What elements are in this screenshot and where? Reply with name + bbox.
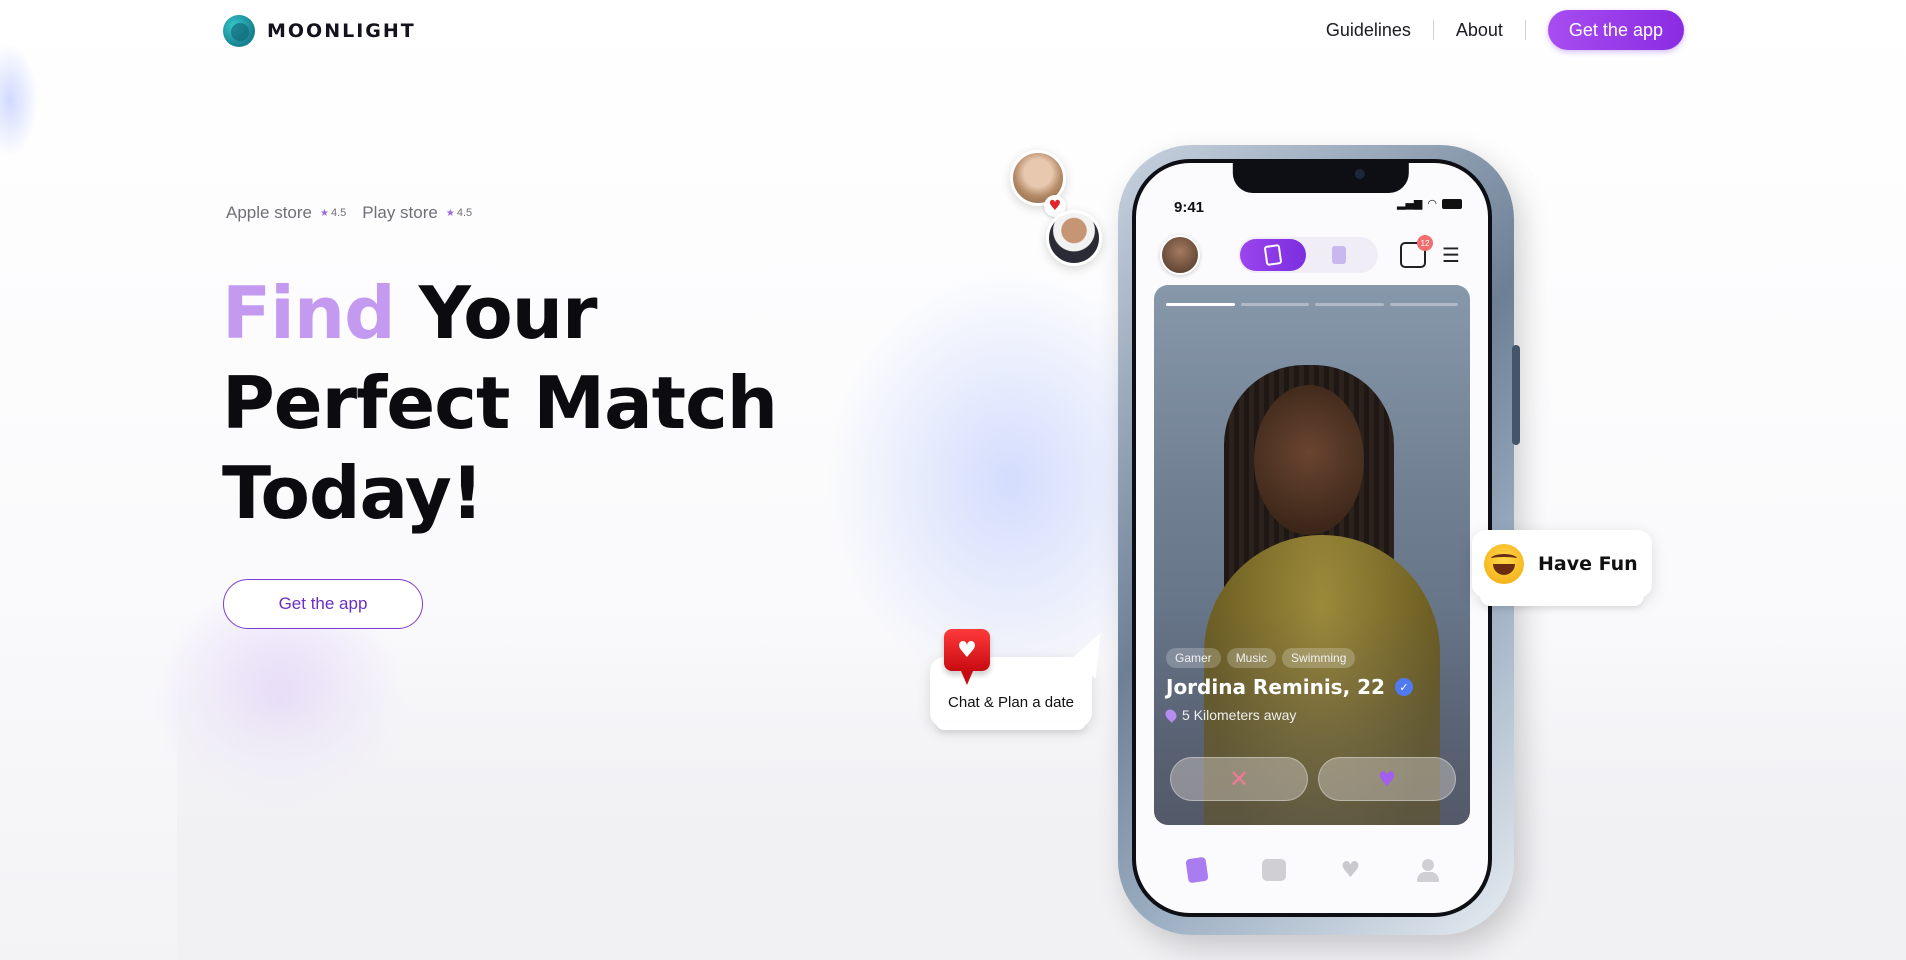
cards-icon bbox=[1263, 243, 1283, 267]
tag: Music bbox=[1226, 648, 1277, 668]
headline-accent: Find bbox=[222, 271, 396, 355]
tab-profile[interactable] bbox=[1415, 857, 1441, 883]
headline-line1: Your bbox=[394, 271, 598, 355]
tab-bar: ♥ bbox=[1136, 845, 1488, 895]
tab-chat[interactable] bbox=[1261, 857, 1287, 883]
have-fun-text: Have Fun bbox=[1538, 553, 1638, 575]
user-icon bbox=[1417, 859, 1439, 881]
headline-line3: Today! bbox=[222, 451, 484, 535]
rating-score-apple: 4.5 bbox=[330, 207, 347, 219]
chat-icon bbox=[1261, 859, 1286, 881]
headline-line2: Perfect Match bbox=[222, 361, 778, 445]
have-fun-bubble: Have Fun bbox=[1472, 530, 1652, 598]
rating-score-play: 4.5 bbox=[456, 207, 473, 219]
top-nav: MOONLIGHT Guidelines About Get the app bbox=[0, 0, 1906, 60]
phone-side-button bbox=[1512, 345, 1520, 445]
profile-tags: Gamer Music Swimming bbox=[1166, 648, 1356, 668]
signal-icon: ▂▄▆ bbox=[1397, 197, 1423, 210]
status-time: 9:41 bbox=[1174, 199, 1205, 216]
store-ratings: Apple store ★ 4.5 Play store ★ 4.5 bbox=[226, 203, 480, 223]
brand-name: MOONLIGHT bbox=[267, 20, 416, 42]
profile-card[interactable]: Gamer Music Swimming Jordina Reminis, 22… bbox=[1154, 285, 1470, 825]
verified-icon: ✓ bbox=[1394, 678, 1413, 696]
hero-headline: Find Your Perfect Match Today! bbox=[222, 268, 782, 538]
cards-icon bbox=[1184, 856, 1209, 884]
nav-links: Guidelines About Get the app bbox=[1304, 10, 1684, 50]
card-check-icon bbox=[1332, 246, 1346, 264]
profile-name-text: Jordina Reminis, 22 bbox=[1166, 675, 1385, 699]
progress-segment bbox=[1240, 303, 1309, 306]
profile-distance-text: 5 Kilometers away bbox=[1182, 707, 1297, 723]
tag: Swimming bbox=[1282, 648, 1356, 668]
list-view-toggle[interactable] bbox=[1306, 246, 1372, 264]
unread-badge: 12 bbox=[1417, 235, 1433, 251]
progress-segment bbox=[1315, 303, 1384, 306]
bubble-stack bbox=[1480, 596, 1644, 606]
phone-screen: 9:41 ▂▄▆ ◠ 12 ☰ Gamer Music Swimming Jor… bbox=[1132, 159, 1492, 917]
rating-badge: ★ 4.5 bbox=[446, 207, 472, 219]
card-actions: ✕ ♥ bbox=[1170, 757, 1456, 801]
dislike-button[interactable]: ✕ bbox=[1170, 757, 1308, 801]
star-icon: ★ bbox=[445, 207, 455, 219]
phone-notch bbox=[1232, 163, 1409, 193]
logo[interactable]: MOONLIGHT bbox=[223, 15, 416, 47]
tab-likes[interactable]: ♥ bbox=[1338, 857, 1364, 883]
battery-icon bbox=[1442, 198, 1462, 209]
avatar[interactable] bbox=[1160, 235, 1200, 275]
progress-segment bbox=[1389, 303, 1458, 306]
nav-link-about[interactable]: About bbox=[1434, 20, 1525, 41]
heart-icon: ♥ bbox=[1378, 767, 1396, 791]
status-icons: ▂▄▆ ◠ bbox=[1397, 197, 1462, 210]
profile-photo-face bbox=[1254, 385, 1364, 535]
profile-distance: 5 Kilometers away bbox=[1163, 707, 1297, 723]
rating-store-apple[interactable]: Apple store bbox=[226, 203, 312, 223]
wifi-icon: ◠ bbox=[1427, 197, 1437, 210]
profile-name: Jordina Reminis, 22 ✓ bbox=[1166, 675, 1413, 699]
location-pin-icon bbox=[1163, 707, 1179, 723]
cards-view-toggle[interactable] bbox=[1240, 239, 1306, 271]
nav-link-guidelines[interactable]: Guidelines bbox=[1304, 20, 1433, 41]
floating-avatar-man bbox=[1046, 210, 1102, 266]
laughing-emoji-icon bbox=[1484, 544, 1524, 584]
nav-get-app-button[interactable]: Get the app bbox=[1547, 10, 1684, 50]
heart-icon: ♥ bbox=[1340, 857, 1361, 883]
chat-plan-text: Chat & Plan a date bbox=[948, 694, 1074, 711]
bubble-stack bbox=[936, 722, 1086, 730]
rating-badge: ★ 4.5 bbox=[320, 207, 346, 219]
tag: Gamer bbox=[1166, 648, 1221, 668]
app-header: 12 ☰ bbox=[1160, 233, 1470, 277]
messages-icon[interactable]: 12 bbox=[1400, 235, 1433, 268]
star-icon: ★ bbox=[320, 207, 329, 219]
view-toggle bbox=[1238, 237, 1378, 273]
photo-progress bbox=[1166, 303, 1458, 306]
like-button[interactable]: ♥ bbox=[1318, 757, 1456, 801]
rating-store-play[interactable]: Play store bbox=[362, 203, 438, 223]
heart-pin-icon: ♥ bbox=[944, 629, 990, 685]
progress-segment bbox=[1166, 303, 1235, 306]
nav-divider bbox=[1524, 20, 1526, 40]
filter-sliders-icon[interactable]: ☰ bbox=[1442, 243, 1460, 267]
moon-logo-icon bbox=[223, 15, 255, 47]
close-icon: ✕ bbox=[1228, 765, 1250, 793]
tab-cards[interactable] bbox=[1184, 856, 1210, 884]
hero-get-app-button[interactable]: Get the app bbox=[223, 579, 423, 629]
phone-mockup: 9:41 ▂▄▆ ◠ 12 ☰ Gamer Music Swimming Jor… bbox=[1118, 145, 1520, 935]
